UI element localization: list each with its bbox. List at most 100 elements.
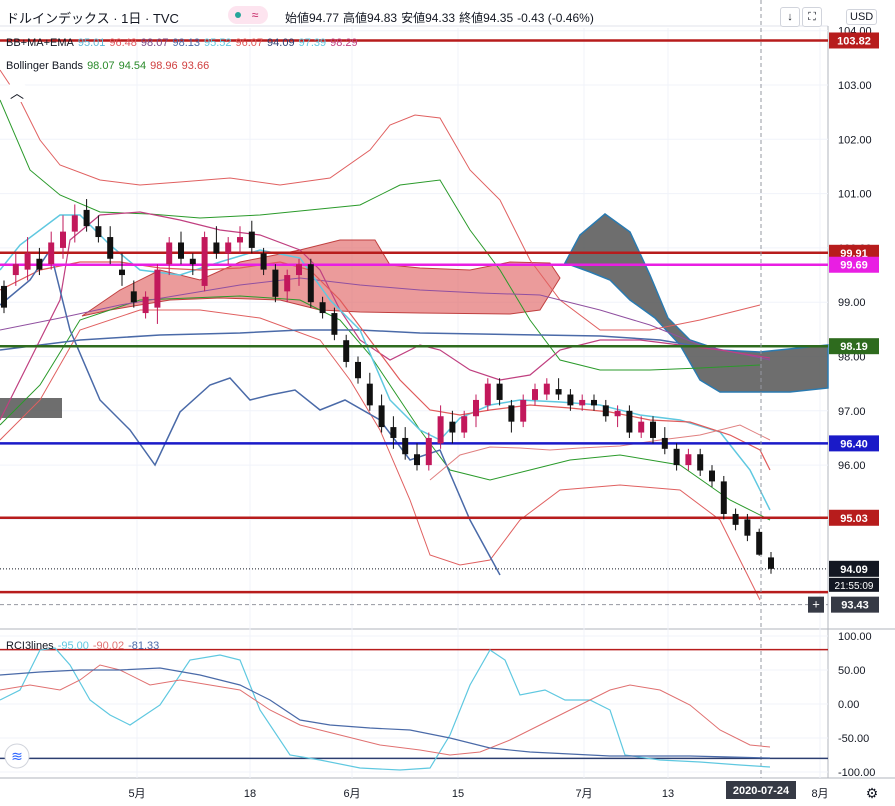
candle-body [614,410,621,417]
tradingview-logo-icon: ≋ [11,748,23,764]
price-tick-label: 103.00 [838,80,872,92]
price-tick-label: 102.00 [838,134,872,146]
rci-tick-label: -50.00 [838,733,869,745]
candle-body [555,389,562,395]
candle-body [473,399,479,417]
time-tick-label: 5月 [128,788,145,800]
hline-label: 103.82 [837,35,871,47]
status-dot-icon [235,12,241,18]
legend-value: 94.09 [267,37,295,49]
legend-rci[interactable]: RCI3lines -95.00 -90.02 -81.33 [6,640,163,652]
price-tick-label: 96.00 [838,460,866,472]
ohlc-2: 安値94.33 [401,11,456,25]
time-tick-label: 18 [244,788,256,800]
candle-body [378,405,385,428]
cloud-gray [563,213,829,393]
candle-body [496,383,503,400]
candle-body [154,269,161,308]
price-tick-label: 99.00 [838,297,866,309]
legend-name: BB+MA+EMA [6,37,74,49]
price-tick-label: 101.00 [838,189,872,201]
candle-body [319,302,326,314]
legend-value: 98.13 [172,37,200,49]
gear-icon: ⚙ [866,785,879,801]
candle-body [130,291,137,303]
legend-value: -81.33 [128,640,160,652]
candle-body [237,237,243,243]
candle-body [543,383,550,395]
legend-value: 98.29 [330,37,358,49]
candle-body [768,557,774,569]
candle-body [579,399,586,406]
candle-body [24,253,31,270]
candle-body [520,399,527,422]
rci-mid-line [0,664,771,756]
candle-body [402,437,409,455]
legend-value: 98.07 [87,60,115,72]
download-icon[interactable]: ↓ [780,7,800,27]
hline-label: 98.19 [840,341,868,353]
candle-body [225,242,232,254]
legend-value: -90.02 [92,640,125,652]
time-tick-label: 8月 [811,788,828,800]
candle-body [166,242,173,265]
candle-body [142,296,149,314]
chart-canvas[interactable]: 104.00103.00102.00101.00100.0099.0098.00… [0,0,895,806]
candle-body [60,231,66,248]
candle-body [213,242,220,254]
candle-body [1,285,7,308]
cursor-price-label: 93.43 [841,600,869,612]
candle-body [272,269,279,297]
hline-label: 99.69 [840,260,868,272]
candle-body [355,361,361,379]
candle-body [732,513,739,525]
candle-body [201,237,208,286]
candle-body [107,237,114,259]
legend-name: Bollinger Bands [6,60,84,72]
candle-body [508,405,515,422]
candle-body [95,226,102,238]
fullscreen-icon[interactable]: ⛶ [802,7,822,27]
symbol-title[interactable]: ドルインデックス · 1日 · TVC [6,11,179,26]
ma-line [0,329,771,359]
ohlc-readout: 始値94.77 高値94.83 安値94.33 終値94.35 -0.43 (-0.46… [285,9,598,26]
legend-bb-ma-ema[interactable]: BB+MA+EMA 95.01 96.48 98.07 98.13 95.52 96.07 9… [6,37,362,49]
legend-value: 98.07 [140,37,169,49]
ohlc-0: 始値94.77 [285,11,340,25]
wave-icon: ≈ [252,8,259,22]
legend-bollinger[interactable]: Bollinger Bands 98.07 94.54 98.96 93.66 [6,60,213,72]
legend-value: 95.01 [77,37,106,49]
candle-body [638,421,645,433]
legend-value: 97.39 [298,37,327,49]
ohlc-1: 高値94.83 [343,11,398,25]
countdown-label: 21:55:09 [835,581,874,592]
price-tick-label: 97.00 [838,406,866,418]
collapse-chevron-icon[interactable]: ︿ [8,84,26,102]
candle-body [567,394,574,406]
legend-value: -95.00 [57,640,89,652]
candle-body [425,437,432,466]
candle-body [343,340,350,362]
candle-body [390,427,397,438]
plus-icon: + [812,597,820,612]
candle-body [626,410,633,433]
candle-body [720,481,727,514]
candle-body [697,454,704,471]
legend-value: 95.52 [203,37,232,49]
candle-body [331,313,338,335]
legend-value: 98.96 [150,60,178,72]
rci-long-line [0,667,771,759]
legend-value: 96.07 [235,37,264,49]
candle-body [709,470,715,482]
last-price-label: 94.09 [840,564,868,576]
candle-body [248,231,255,248]
currency-label[interactable]: USD [846,9,878,25]
ohlc-change: -0.43 (-0.46%) [517,11,594,25]
rci-tick-label: 50.00 [838,665,866,677]
legend-value: 94.54 [118,60,147,72]
rci-tick-label: -100.00 [838,767,875,779]
candle-body [178,242,184,259]
hline-label: 95.03 [840,513,868,525]
time-tick-label: 7月 [575,788,592,800]
candle-body [414,454,420,466]
